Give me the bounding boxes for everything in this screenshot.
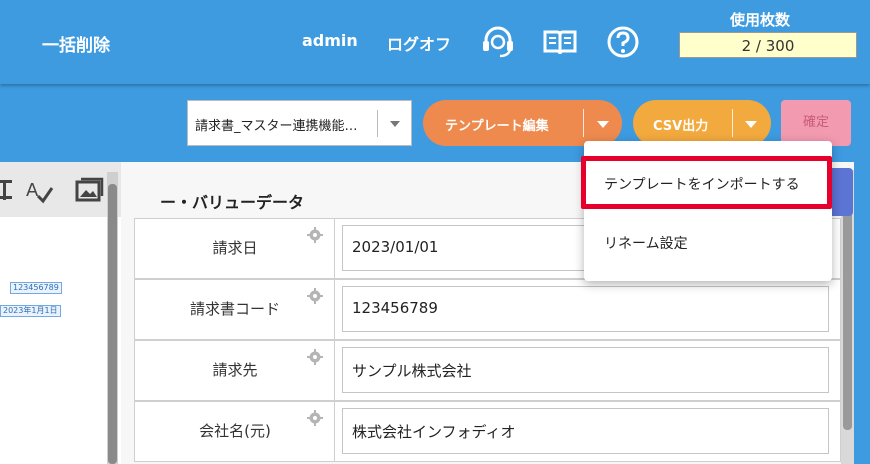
support-headset-icon[interactable] <box>480 24 516 60</box>
field-value-input[interactable]: サンプル株式会社 <box>342 347 829 393</box>
confirm-button[interactable]: 確定 <box>781 100 851 146</box>
highlight-box <box>581 156 832 209</box>
field-key: 請求先 <box>135 341 335 400</box>
app-header: 一括削除 admin ログオフ 使用枚数 2 / 300 <box>0 0 870 84</box>
select-divider <box>377 110 378 137</box>
chevron-down-icon <box>390 121 400 127</box>
template-edit-button[interactable]: テンプレート編集 <box>423 100 622 146</box>
menu-item-rename-settings[interactable]: リネーム設定 <box>584 221 832 261</box>
gear-icon[interactable] <box>307 227 323 243</box>
field-label: 請求先 <box>212 361 258 379</box>
menu-item-label: リネーム設定 <box>604 236 688 252</box>
field-key: 請求書コード <box>135 280 335 339</box>
csv-export-label: CSV出力 <box>653 119 709 134</box>
user-name[interactable]: admin <box>302 31 358 50</box>
image-icon[interactable] <box>74 174 104 206</box>
insert-icon[interactable] <box>0 174 22 206</box>
field-label: 請求書コード <box>189 300 280 318</box>
manual-book-icon[interactable] <box>542 24 578 60</box>
csv-export-button[interactable]: CSV出力 <box>633 100 771 146</box>
chevron-down-icon[interactable] <box>597 121 609 128</box>
field-key: 請求日 <box>135 219 335 278</box>
preview-scrollbar[interactable] <box>107 172 118 464</box>
help-icon[interactable] <box>605 24 641 60</box>
section-title: ー・バリューデータ <box>160 193 305 212</box>
template-select-value: 請求書_マスター連携機能… <box>195 119 358 134</box>
scrollbar-thumb[interactable] <box>108 184 117 464</box>
gear-icon[interactable] <box>307 410 323 426</box>
preview-field-tag[interactable]: 2023年1月1日 <box>0 305 61 317</box>
logoff-link[interactable]: ログオフ <box>387 31 451 55</box>
template-edit-label: テンプレート編集 <box>445 119 549 134</box>
field-label: 請求日 <box>212 239 258 257</box>
preview-field-tag[interactable]: 123456789 <box>10 282 62 294</box>
button-divider <box>583 109 584 137</box>
usage-count: 2 / 300 <box>679 32 857 58</box>
gear-icon[interactable] <box>307 288 323 304</box>
template-select[interactable]: 請求書_マスター連携機能… <box>187 100 412 146</box>
form-row: 請求先 サンプル株式会社 <box>134 340 841 401</box>
field-label: 会社名(元) <box>199 422 271 440</box>
form-row: 会社名(元) 株式会社インフォディオ <box>134 401 841 462</box>
field-value-input[interactable]: 株式会社インフォディオ <box>342 408 829 454</box>
spellcheck-icon[interactable]: A <box>24 174 54 206</box>
gear-icon[interactable] <box>307 349 323 365</box>
page-title: 一括削除 <box>42 36 110 56</box>
field-key: 会社名(元) <box>135 402 335 461</box>
field-value-input[interactable]: 123456789 <box>342 286 829 332</box>
form-row: 請求書コード 123456789 <box>134 279 841 340</box>
usage-label: 使用枚数 <box>730 11 791 29</box>
svg-text:A: A <box>26 180 39 201</box>
chevron-down-icon[interactable] <box>745 121 757 128</box>
button-divider <box>732 109 733 137</box>
